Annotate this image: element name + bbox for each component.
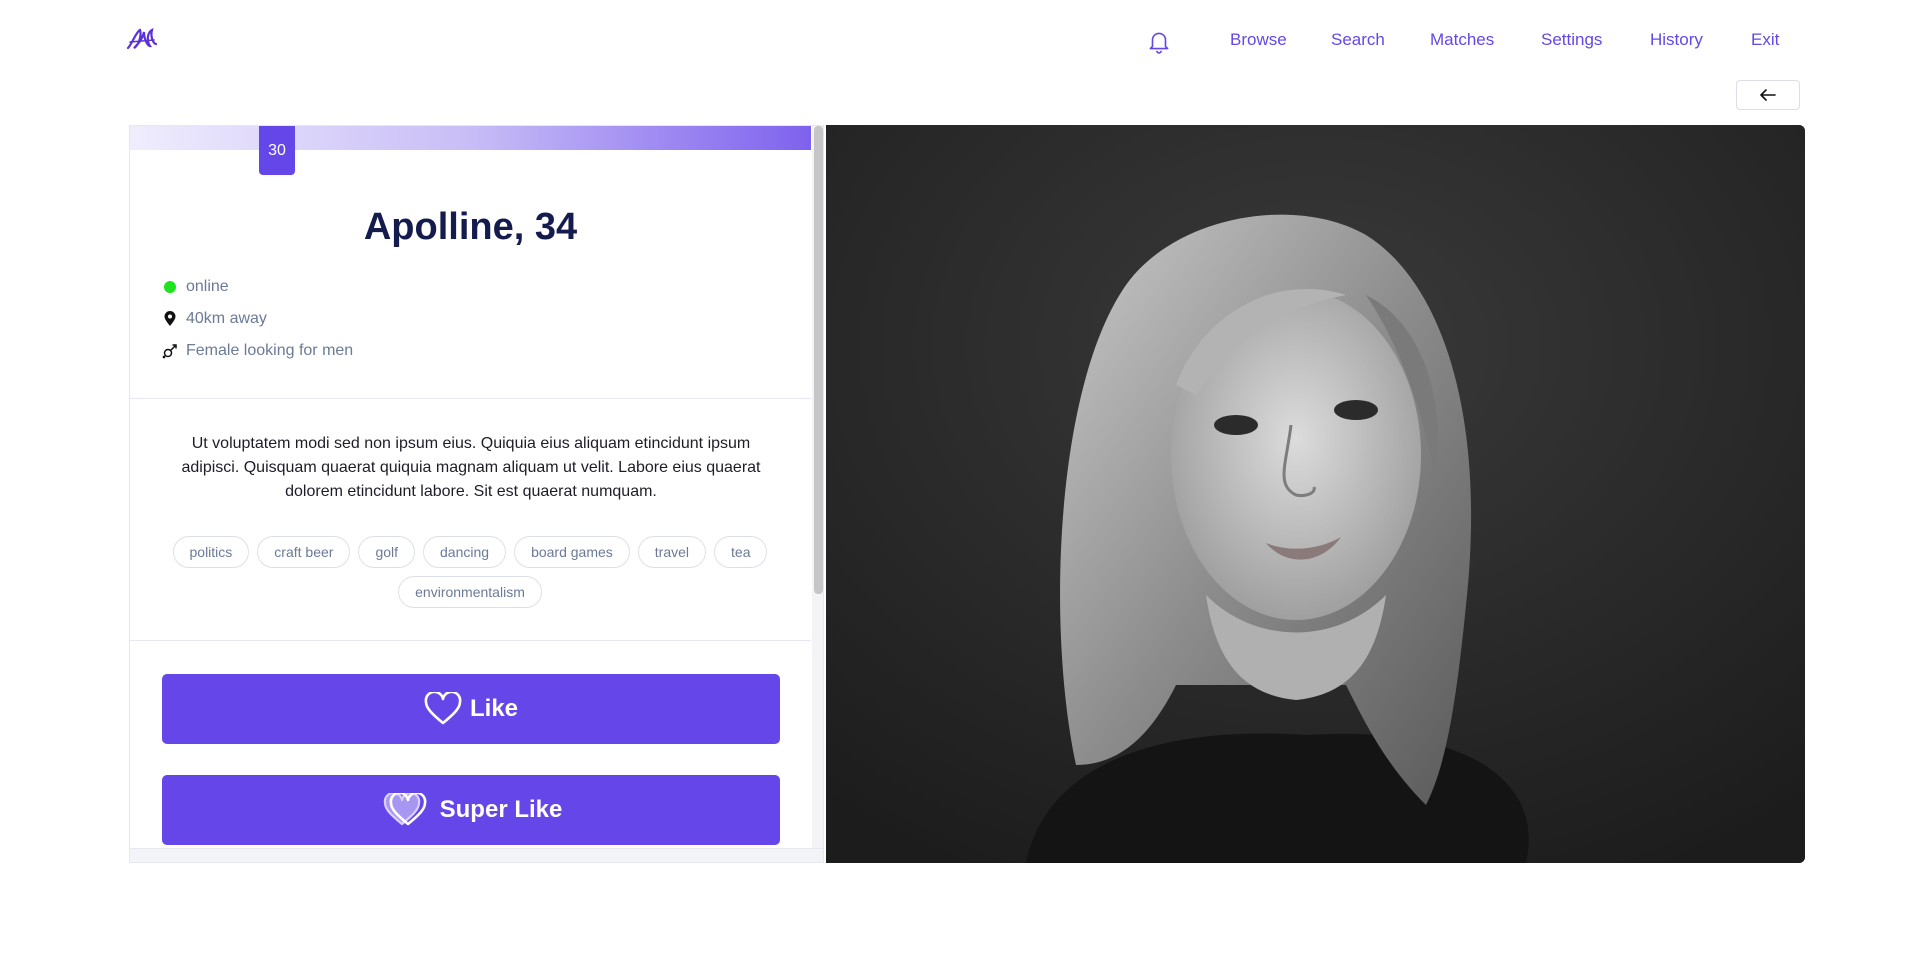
profile-bio: Ut voluptatem modi sed non ipsum eius. Q… (181, 435, 761, 500)
tag-item: politics (172, 536, 250, 568)
distance-text: 40km away (186, 310, 267, 327)
back-button[interactable] (1736, 80, 1800, 110)
tag-item: board games (514, 536, 630, 568)
tag-item: environmentalism (398, 576, 542, 608)
top-nav: Browse Search Matches Settings History E… (0, 28, 1920, 54)
nav-history[interactable]: History (1650, 30, 1703, 50)
status-text: online (186, 278, 229, 295)
notifications-button[interactable] (1146, 28, 1172, 54)
map-pin-icon (162, 311, 178, 327)
online-status-icon (162, 279, 178, 295)
tag-item: craft beer (257, 536, 351, 568)
profile-progress-bar (130, 126, 811, 150)
profile-name: Apolline, 34 (363, 206, 578, 248)
orientation-text: Female looking for men (186, 342, 354, 359)
tag-item: golf (358, 536, 416, 568)
card-footer-strip (129, 848, 824, 863)
nav-browse[interactable]: Browse (1230, 30, 1287, 50)
distance-row: 40km away (162, 310, 267, 328)
portrait-image (826, 125, 1805, 863)
status-row: online (162, 278, 229, 296)
divider (130, 398, 811, 399)
nav-search[interactable]: Search (1331, 30, 1385, 50)
tag-item: tea (714, 536, 768, 568)
super-like-button[interactable]: Super Like (162, 775, 780, 845)
interest-tags: politics craft beer golf dancing board g… (170, 536, 770, 608)
orientation-row: Female looking for men (162, 342, 353, 360)
arrow-left-icon (1760, 89, 1776, 101)
progress-badge: 30 (259, 126, 295, 175)
divider (130, 640, 811, 641)
nav-settings[interactable]: Settings (1541, 30, 1602, 50)
nav-matches[interactable]: Matches (1430, 30, 1494, 50)
profile-card: 30 Apolline, 34 online 40km away Female … (129, 125, 824, 863)
profile-photo[interactable] (826, 125, 1805, 863)
super-like-label: Super Like (439, 796, 563, 823)
like-button[interactable]: Like (162, 674, 780, 744)
bell-icon (1149, 32, 1169, 54)
double-heart-icon (383, 793, 427, 826)
tag-item: dancing (423, 536, 507, 568)
tag-item: travel (637, 536, 707, 568)
nav-exit[interactable]: Exit (1751, 30, 1779, 50)
like-label: Like (469, 695, 519, 722)
heart-outline-icon (424, 692, 462, 725)
gender-icon (162, 343, 178, 359)
scrollbar-thumb[interactable] (814, 126, 823, 594)
